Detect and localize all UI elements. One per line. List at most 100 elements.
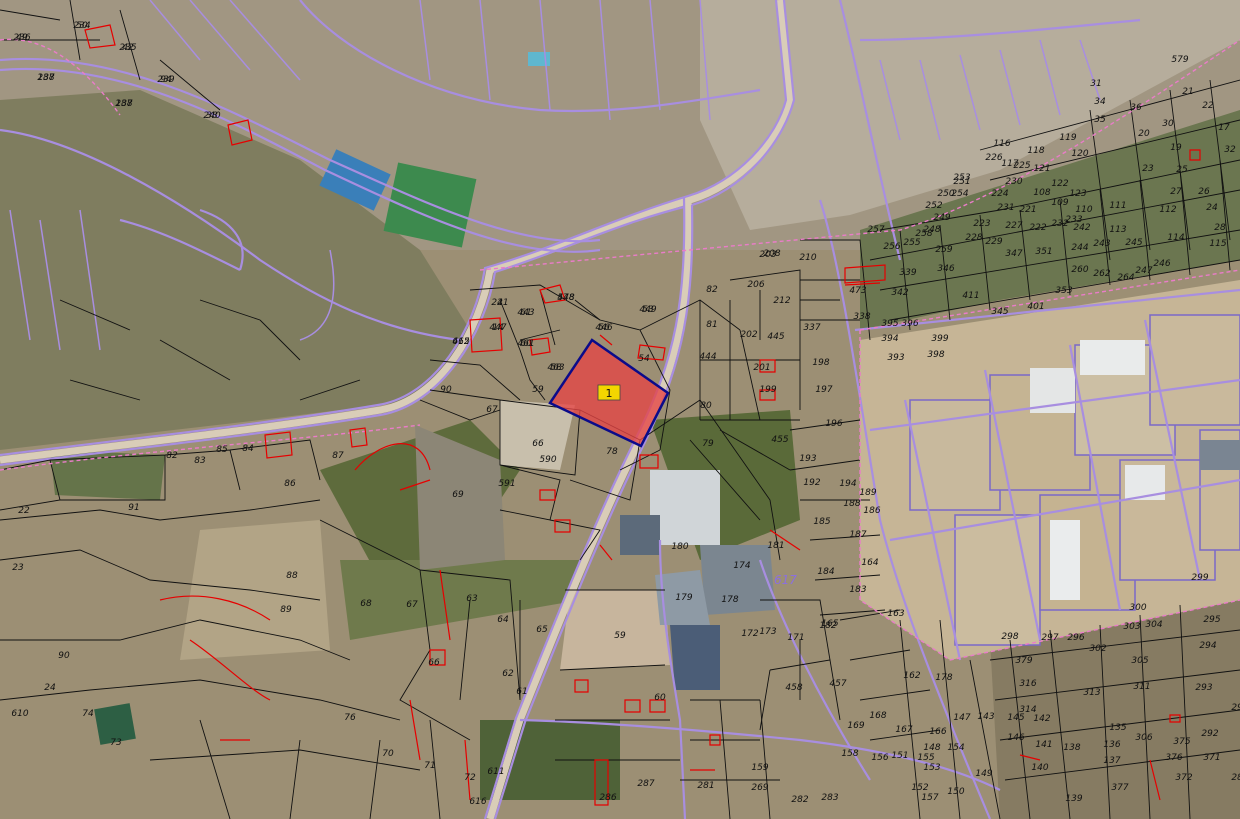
parcel-number: 147 [953,713,970,723]
parcel-number: 179 [675,593,692,603]
bare-field [180,520,330,660]
parcel-number: 143 [977,712,994,722]
parcel-number: 108 [1033,188,1050,198]
parcel-number: 197 [815,385,832,395]
parcel-number: 234 [73,21,90,31]
parcel-number: 119 [1059,133,1076,143]
parcel-number: 178 [721,595,738,605]
parcel-number: 189 [859,488,876,498]
parcel-number: 166 [929,727,946,737]
parcel-number: 244 [1071,243,1088,253]
parcel-number: 305 [1131,656,1148,666]
parcel-number: 156 [871,753,888,763]
parcel-number: 154 [947,743,964,753]
parcel-number: 238 [115,99,132,109]
parcel-number: 247 [1135,266,1152,276]
parcel-number: 74 [82,709,94,719]
parcel-number: 372 [1175,773,1192,783]
parcel-number: 19 [1170,143,1182,153]
greenhouse-block [1080,340,1145,375]
parcel-number: 203 [759,250,776,260]
parcel-number: 296 [1067,633,1084,643]
parcel-number: 146 [1007,733,1024,743]
parcel-number: 221 [1019,205,1036,215]
parcel-number: 610 [11,709,28,719]
parcel-number: 239 [157,75,174,85]
parcel-number: 174 [733,561,750,571]
parcel-number: 186 [863,506,880,516]
parcel-number: 116 [993,139,1010,149]
parcel-number: 115 [1209,239,1226,249]
parcel-number: 90 [440,385,452,395]
parcel-number: 32 [1224,145,1236,155]
greenhouse-block [1050,520,1080,600]
parcel-number: 256 [883,242,900,252]
parcel-number: 111 [1109,201,1126,211]
parcel-number: 23 [12,563,24,573]
parcel-number: 187 [849,530,866,540]
parcel-number: 316 [1019,679,1036,689]
parcel-number: 304 [1145,620,1162,630]
parcel-number: 20 [1138,129,1150,139]
parcel-number: 202 [740,330,757,340]
parcel-number: 579 [1171,55,1188,65]
parcel-number: 611 [487,767,504,777]
parcel-number: 66 [428,658,440,668]
parcel-number: 458 [785,683,802,693]
parcel-number: 73 [110,738,122,748]
parcel-number: 121 [1033,164,1050,174]
parcel-number: 473 [849,286,866,296]
parcel-number: 123 [1069,189,1086,199]
parcel-number: 228 [965,233,982,243]
parcel-number: 24 [1206,203,1218,213]
parcel-number: 448 [557,293,574,303]
parcel-number: 148 [923,743,940,753]
swimming-pool [528,52,550,66]
parcel-number: 162 [903,671,920,681]
parcel-number: 109 [1051,198,1068,208]
parcel-number: 152 [911,783,928,793]
parcel-number: 157 [921,793,938,803]
parcel-number: 375 [1173,737,1190,747]
parcel-number: 229 [985,237,1002,247]
cadastral-map[interactable]: 1 617 50424918818794382 57853615614606155… [0,0,1240,819]
parcel-number: 398 [927,350,944,360]
parcel-number: 142 [1033,714,1050,724]
parcel-number: 443 [517,308,534,318]
parcel-number: 85 [216,445,228,455]
parcel-number: 206 [747,280,764,290]
parcel-number: 210 [799,253,816,263]
parcel-number: 591 [498,479,515,489]
parcel-number: 281 [697,781,714,791]
parcel-number: 82 [166,451,178,461]
parcel-number: 180 [671,542,688,552]
parcel-number: 449 [639,305,656,315]
parcel-number: 173 [759,627,776,637]
greenhouse-block [650,470,720,545]
parcel-number: 294 [1199,641,1216,651]
parcel-number: 226 [985,153,1002,163]
parcel-number: 151 [891,751,908,761]
parcel-number: 257 [867,225,884,235]
parcel-number: 67 [486,405,498,415]
parcel-number: 113 [1109,225,1126,235]
parcel-number: 306 [1135,733,1152,743]
parcel-number: 313 [1083,688,1100,698]
parcel-number: 30 [1162,119,1174,129]
parcel-number: 25 [1176,165,1188,175]
parcel-number: 141 [1035,740,1052,750]
parcel-number: 233 [1065,215,1082,225]
parcel-number: 401 [1027,302,1044,312]
parcel-number: 54 [638,354,650,364]
parcel-number: 269 [751,783,768,793]
parcel-number: 89 [280,605,292,615]
parcel-number: 447 [489,323,506,333]
parcel-number: 28 [1214,223,1226,233]
parcel-number: 246 [1153,259,1170,269]
parcel-number: 27 [1170,187,1182,197]
parcel-number: 90 [58,651,70,661]
parcel-number: 69 [452,490,464,500]
parcel-number: 167 [895,725,912,735]
greenhouse-block [620,515,660,555]
parcel-number: 295 [1203,615,1220,625]
